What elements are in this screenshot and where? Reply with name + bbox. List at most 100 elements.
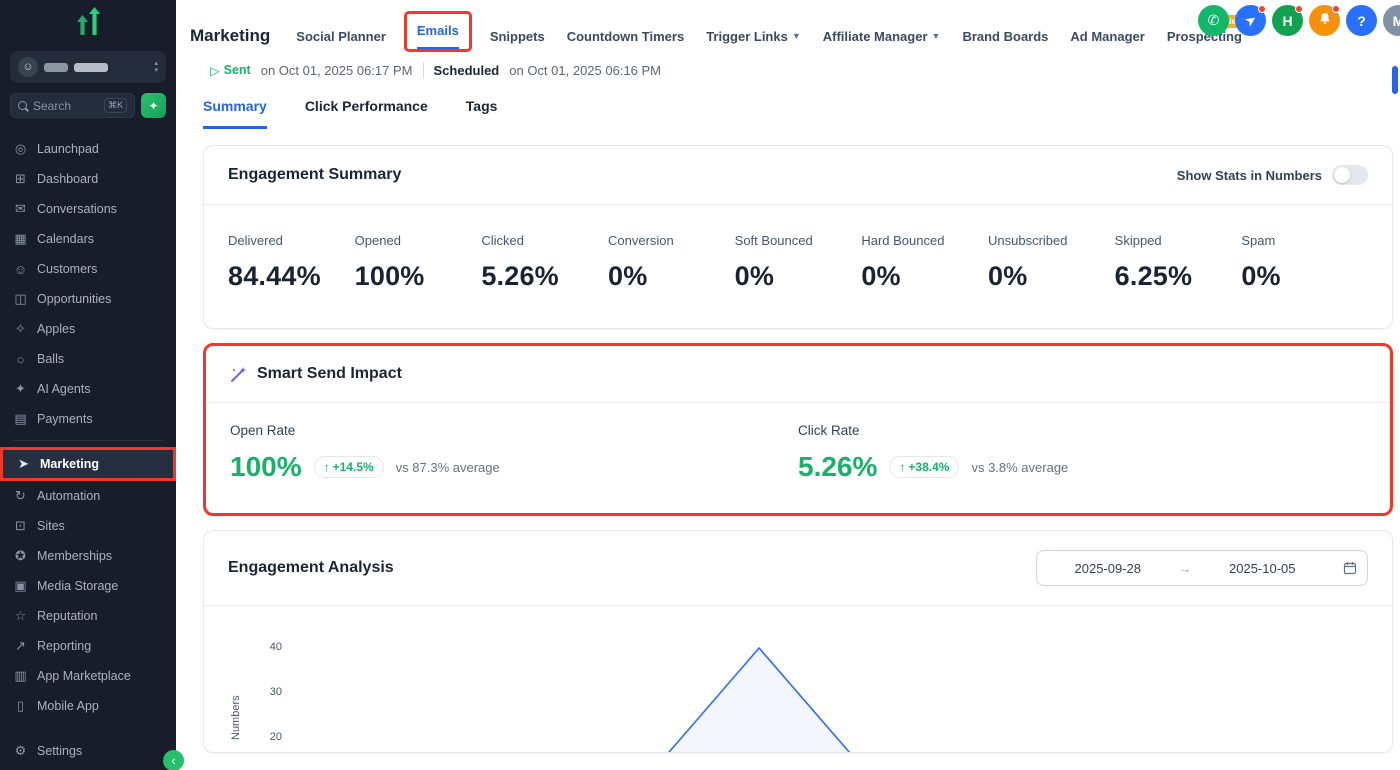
memberships-icon: ✪: [13, 548, 28, 564]
y-tick-30: 30: [260, 686, 282, 698]
tab-snippets[interactable]: Snippets: [490, 29, 545, 44]
user-avatar[interactable]: M: [1383, 5, 1400, 36]
sidebar-item-label: Memberships: [37, 549, 112, 563]
tab-social-planner[interactable]: Social Planner: [296, 29, 386, 44]
sidebar-collapse-button[interactable]: ‹: [163, 750, 184, 770]
icon-glyph: ✆: [1208, 12, 1220, 29]
engagement-summary-title: Engagement Summary: [228, 166, 401, 184]
metric-spam: Spam 0%: [1241, 233, 1368, 292]
sidebar-item-reporting[interactable]: ↗ Reporting: [0, 631, 176, 661]
click-rate-value: 5.26%: [798, 451, 877, 483]
sidebar-item-memberships[interactable]: ✪ Memberships: [0, 541, 176, 571]
smart-send-header: Smart Send Impact: [206, 346, 1390, 403]
search-placeholder: Search: [33, 99, 71, 113]
metric-value: 0%: [608, 261, 735, 292]
arrow-right-icon: →: [1179, 561, 1192, 576]
engagement-summary-header: Engagement Summary Show Stats in Numbers: [204, 146, 1392, 205]
sidebar-item-opportunities[interactable]: ◫ Opportunities: [0, 284, 176, 314]
sidebar-item-reputation[interactable]: ☆ Reputation: [0, 601, 176, 631]
open-rate-delta: +14.5%: [333, 460, 374, 474]
sidebar-item-dashboard[interactable]: ⊞ Dashboard: [0, 164, 176, 194]
sidebar-item-launchpad[interactable]: ◎ Launchpad: [0, 134, 176, 164]
phone-icon[interactable]: ✆: [1198, 5, 1229, 36]
sidebar-item-label: Calendars: [37, 232, 94, 246]
header-tabs: Social Planner Emails Snippets Countdown…: [296, 20, 1242, 52]
notifications-bell-icon[interactable]: [1309, 5, 1340, 36]
sidebar-item-automation[interactable]: ↻ Automation: [0, 481, 176, 511]
sidebar-item-label: Reputation: [37, 609, 97, 623]
chevron-down-icon: ▼: [932, 31, 941, 41]
divider: [423, 62, 424, 78]
tab-ad-manager[interactable]: Ad Manager: [1070, 29, 1144, 44]
sidebar-item-mobile-app[interactable]: ▯ Mobile App: [0, 691, 176, 721]
tab-emails[interactable]: Emails: [404, 11, 472, 52]
metric-unsubscribed: Unsubscribed 0%: [988, 233, 1115, 292]
brand-logo-icon[interactable]: H: [1272, 5, 1303, 36]
sidebar-item-apples[interactable]: ✧ Apples: [0, 314, 176, 344]
sidebar-item-marketing[interactable]: ➤ Marketing: [0, 447, 176, 481]
date-to[interactable]: 2025-10-05: [1192, 561, 1334, 576]
sidebar-item-label: Reporting: [37, 639, 91, 653]
content-tab-summary[interactable]: Summary: [203, 98, 267, 129]
sidebar-item-calendars[interactable]: ▦ Calendars: [0, 224, 176, 254]
send-icon[interactable]: ➤: [1235, 5, 1266, 36]
metric-label: Spam: [1241, 233, 1368, 248]
sidebar-item-customers[interactable]: ☺ Customers: [0, 254, 176, 284]
reputation-icon: ☆: [13, 608, 28, 624]
sidebar-item-sites[interactable]: ⊡ Sites: [0, 511, 176, 541]
app: ☺ ▴▾ Search ⌘K ✦ ◎ Launchpad ⊞ Dashboard…: [0, 0, 1400, 770]
tab-trigger-links[interactable]: Trigger Links ▼: [706, 29, 801, 44]
notification-dot: [1332, 5, 1340, 13]
sent-timestamp: on Oct 01, 2025 06:17 PM: [261, 63, 413, 78]
sidebar-item-media-storage[interactable]: ▣ Media Storage: [0, 571, 176, 601]
tab-label: Social Planner: [296, 29, 386, 44]
metric-value: 0%: [861, 261, 988, 292]
sidebar-item-conversations[interactable]: ✉ Conversations: [0, 194, 176, 224]
balls-icon: ○: [13, 352, 28, 367]
tab-label: Snippets: [490, 29, 545, 44]
click-rate-comparison: vs 3.8% average: [971, 460, 1068, 475]
content-tabs: Summary Click Performance Tags: [176, 90, 1400, 129]
scrollbar-thumb[interactable]: [1392, 66, 1398, 94]
metric-delivered: Delivered 84.44%: [228, 233, 355, 292]
account-switch-chevrons-icon[interactable]: ▴▾: [154, 60, 158, 74]
metric-label: Skipped: [1115, 233, 1242, 248]
content: Engagement Summary Show Stats in Numbers…: [176, 129, 1400, 753]
open-rate-label: Open Rate: [230, 423, 798, 438]
tab-brand-boards[interactable]: Brand Boards: [962, 29, 1048, 44]
app-logo[interactable]: [0, 0, 176, 43]
metric-conversion: Conversion 0%: [608, 233, 735, 292]
tab-countdown-timers[interactable]: Countdown Timers: [567, 29, 684, 44]
chevron-left-icon: ‹: [171, 753, 175, 768]
sidebar-item-ai-agents[interactable]: ✦ AI Agents: [0, 374, 176, 404]
sidebar-item-label: Conversations: [37, 202, 117, 216]
content-tab-tags[interactable]: Tags: [466, 98, 498, 129]
show-stats-toggle[interactable]: [1332, 165, 1368, 185]
metric-value: 0%: [1241, 261, 1368, 292]
notification-dot: [1295, 5, 1303, 13]
ai-assistant-button[interactable]: ✦: [141, 93, 166, 118]
metrics-row: Delivered 84.44% Opened 100% Clicked 5.2…: [204, 205, 1392, 328]
email-status-bar: ▷ Sent on Oct 01, 2025 06:17 PM Schedule…: [176, 60, 1400, 90]
play-icon: ▷: [210, 63, 220, 78]
sidebar-item-payments[interactable]: ▤ Payments: [0, 404, 176, 434]
tab-affiliate-manager[interactable]: Affiliate Manager ▼: [823, 29, 941, 44]
metric-value: 5.26%: [481, 261, 608, 292]
content-tab-click-performance[interactable]: Click Performance: [305, 98, 428, 129]
search-input[interactable]: Search ⌘K: [10, 93, 135, 118]
account-switcher[interactable]: ☺ ▴▾: [10, 51, 166, 83]
sites-icon: ⊡: [13, 518, 28, 534]
date-from[interactable]: 2025-09-28: [1037, 561, 1179, 576]
metric-value: 0%: [988, 261, 1115, 292]
sidebar-item-label: Apples: [37, 322, 75, 336]
help-icon[interactable]: ?: [1346, 5, 1377, 36]
media-storage-icon: ▣: [13, 578, 28, 594]
search-shortcut-badge: ⌘K: [104, 98, 127, 113]
sidebar-item-balls[interactable]: ○ Balls: [0, 344, 176, 374]
sidebar-divider: [13, 440, 163, 441]
sidebar-item-app-marketplace[interactable]: ▥ App Marketplace: [0, 661, 176, 691]
app-marketplace-icon: ▥: [13, 668, 28, 684]
marketing-icon: ➤: [16, 456, 31, 472]
sidebar-item-settings[interactable]: ⚙ Settings: [0, 736, 176, 766]
date-range-picker[interactable]: 2025-09-28 → 2025-10-05: [1036, 550, 1368, 586]
